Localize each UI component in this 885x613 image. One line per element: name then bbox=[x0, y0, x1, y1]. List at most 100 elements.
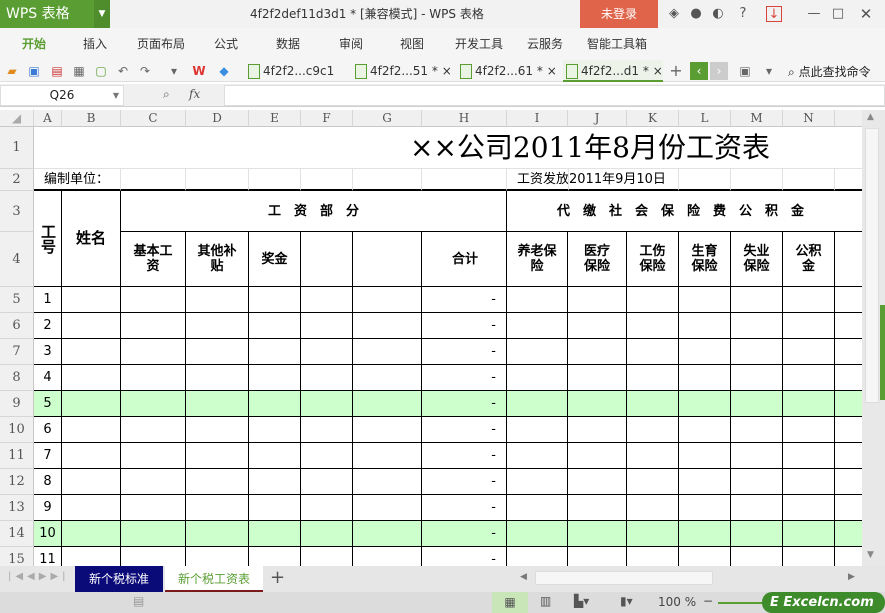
help-icon[interactable]: ? bbox=[735, 6, 751, 22]
grid-cell[interactable] bbox=[507, 495, 568, 521]
grid-cell[interactable] bbox=[568, 443, 627, 469]
id-cell[interactable]: 5 bbox=[34, 391, 62, 417]
grid-cell[interactable] bbox=[679, 495, 731, 521]
column-header[interactable]: H bbox=[422, 110, 507, 127]
row-header[interactable]: 15 bbox=[0, 547, 34, 566]
grid-cell[interactable] bbox=[568, 287, 627, 313]
column-header[interactable]: A bbox=[34, 110, 62, 127]
grid-cell[interactable] bbox=[568, 339, 627, 365]
grid-cell[interactable] bbox=[835, 391, 862, 417]
tab-next-icon[interactable]: › bbox=[710, 62, 728, 80]
grid-cell[interactable] bbox=[627, 547, 679, 566]
grid-cell[interactable] bbox=[62, 339, 121, 365]
row-header[interactable]: 1 bbox=[0, 127, 34, 169]
zoom-formula-icon[interactable]: ⌕ bbox=[163, 87, 170, 102]
grid-cell[interactable] bbox=[121, 169, 186, 191]
grid-cell[interactable] bbox=[301, 391, 353, 417]
search-command[interactable]: ⌕ 点此查找命令 bbox=[788, 63, 871, 80]
grid-cell[interactable] bbox=[121, 339, 186, 365]
new-tab-icon[interactable]: + bbox=[667, 62, 685, 80]
grid-cell[interactable] bbox=[353, 391, 422, 417]
total-cell[interactable]: - bbox=[422, 547, 507, 566]
grid-cell[interactable] bbox=[568, 495, 627, 521]
total-cell[interactable]: - bbox=[422, 495, 507, 521]
unit-label[interactable]: 编制单位： bbox=[34, 169, 121, 191]
scroll-left-icon[interactable]: ◀ bbox=[520, 572, 527, 582]
row-header[interactable]: 4 bbox=[0, 232, 34, 287]
grid-cell[interactable] bbox=[731, 443, 783, 469]
spreadsheet-grid[interactable]: ◢ A B C D E F G H I J K L M N 1 2 3 4 5 6 7 8 9 10 11 12 13 14 15 ××公司… bbox=[0, 110, 862, 566]
menu-5[interactable]: 数据 bbox=[276, 28, 300, 60]
chevron-down-icon[interactable]: ▼ bbox=[113, 86, 119, 105]
chevron-down-icon[interactable]: ▾ bbox=[165, 62, 183, 80]
total-cell[interactable]: - bbox=[422, 391, 507, 417]
grid-cell[interactable] bbox=[186, 417, 249, 443]
grid-cell[interactable] bbox=[507, 469, 568, 495]
grid-cell[interactable] bbox=[835, 169, 862, 191]
grid-cell[interactable] bbox=[62, 313, 121, 339]
grid-cell[interactable] bbox=[783, 287, 835, 313]
grid-cell[interactable] bbox=[186, 287, 249, 313]
grid-cell[interactable] bbox=[679, 313, 731, 339]
total-cell[interactable]: - bbox=[422, 339, 507, 365]
print-icon[interactable]: ▦ bbox=[70, 62, 88, 80]
id-cell[interactable]: 8 bbox=[34, 469, 62, 495]
grid-cell[interactable] bbox=[731, 339, 783, 365]
menu-10[interactable]: 智能工具箱 bbox=[587, 28, 647, 60]
grid-cell[interactable] bbox=[186, 469, 249, 495]
grid-cell[interactable] bbox=[507, 547, 568, 566]
grid-cell[interactable] bbox=[507, 313, 568, 339]
grid-cell[interactable] bbox=[62, 521, 121, 547]
grid-cell[interactable] bbox=[353, 469, 422, 495]
id-cell[interactable]: 3 bbox=[34, 339, 62, 365]
grid-cell[interactable] bbox=[121, 391, 186, 417]
minimize-icon[interactable]: — bbox=[806, 6, 822, 22]
select-all-corner[interactable]: ◢ bbox=[0, 110, 34, 127]
grid-cell[interactable] bbox=[507, 365, 568, 391]
grid-cell[interactable] bbox=[731, 417, 783, 443]
grid-cell[interactable] bbox=[783, 547, 835, 566]
normal-view-icon[interactable]: ▦ bbox=[492, 592, 528, 613]
grid-cell[interactable] bbox=[301, 313, 353, 339]
sheet-tab[interactable]: 新个税工资表 bbox=[165, 566, 263, 592]
grid-cell[interactable] bbox=[835, 469, 862, 495]
grid-cell[interactable] bbox=[422, 169, 507, 191]
grid-cell[interactable] bbox=[62, 391, 121, 417]
menu-8[interactable]: 开发工具 bbox=[455, 28, 503, 60]
grid-cell[interactable] bbox=[249, 287, 301, 313]
sheet-title[interactable]: ××公司2011年8月份工资表 bbox=[34, 127, 862, 169]
row-header[interactable]: 6 bbox=[0, 313, 34, 339]
grid-cell[interactable] bbox=[731, 547, 783, 566]
zoom-slider[interactable] bbox=[718, 602, 768, 604]
pay-date-label[interactable]: 工资发放时间： bbox=[507, 169, 608, 191]
grid-cell[interactable] bbox=[783, 391, 835, 417]
grid-cell[interactable] bbox=[731, 521, 783, 547]
skin-icon[interactable]: ◈ bbox=[666, 6, 682, 22]
row-header[interactable]: 10 bbox=[0, 417, 34, 443]
add-sheet-icon[interactable]: + bbox=[270, 567, 285, 588]
insurance-group-header[interactable]: 代 缴 社 会 保 险 费 公 积 金 bbox=[507, 191, 862, 232]
print-preview-icon[interactable]: ▢ bbox=[92, 62, 110, 80]
menu-7[interactable]: 视图 bbox=[400, 28, 424, 60]
grid-cell[interactable] bbox=[627, 365, 679, 391]
grid-cell[interactable] bbox=[731, 169, 783, 191]
grid-cell[interactable] bbox=[121, 469, 186, 495]
grid-cell[interactable] bbox=[568, 391, 627, 417]
id-cell[interactable]: 2 bbox=[34, 313, 62, 339]
grid-cell[interactable] bbox=[783, 469, 835, 495]
wage-group-header[interactable]: 工 资 部 分 bbox=[121, 191, 507, 232]
close-tab-icon[interactable]: × bbox=[543, 64, 557, 78]
total-cell[interactable]: - bbox=[422, 443, 507, 469]
grid-cell[interactable] bbox=[783, 365, 835, 391]
grid-cell[interactable] bbox=[627, 339, 679, 365]
grid-cell[interactable] bbox=[186, 521, 249, 547]
id-cell[interactable]: 11 bbox=[34, 547, 62, 566]
close-tab-icon[interactable]: × bbox=[649, 64, 663, 78]
close-icon[interactable]: ✕ bbox=[858, 6, 874, 22]
row-header[interactable]: 3 bbox=[0, 191, 34, 232]
row-header[interactable]: 7 bbox=[0, 339, 34, 365]
redo-icon[interactable]: ↷ bbox=[136, 62, 154, 80]
sheet-tab[interactable]: 新个税标准 bbox=[75, 566, 163, 592]
grid-cell[interactable] bbox=[627, 495, 679, 521]
grid-cell[interactable] bbox=[679, 469, 731, 495]
